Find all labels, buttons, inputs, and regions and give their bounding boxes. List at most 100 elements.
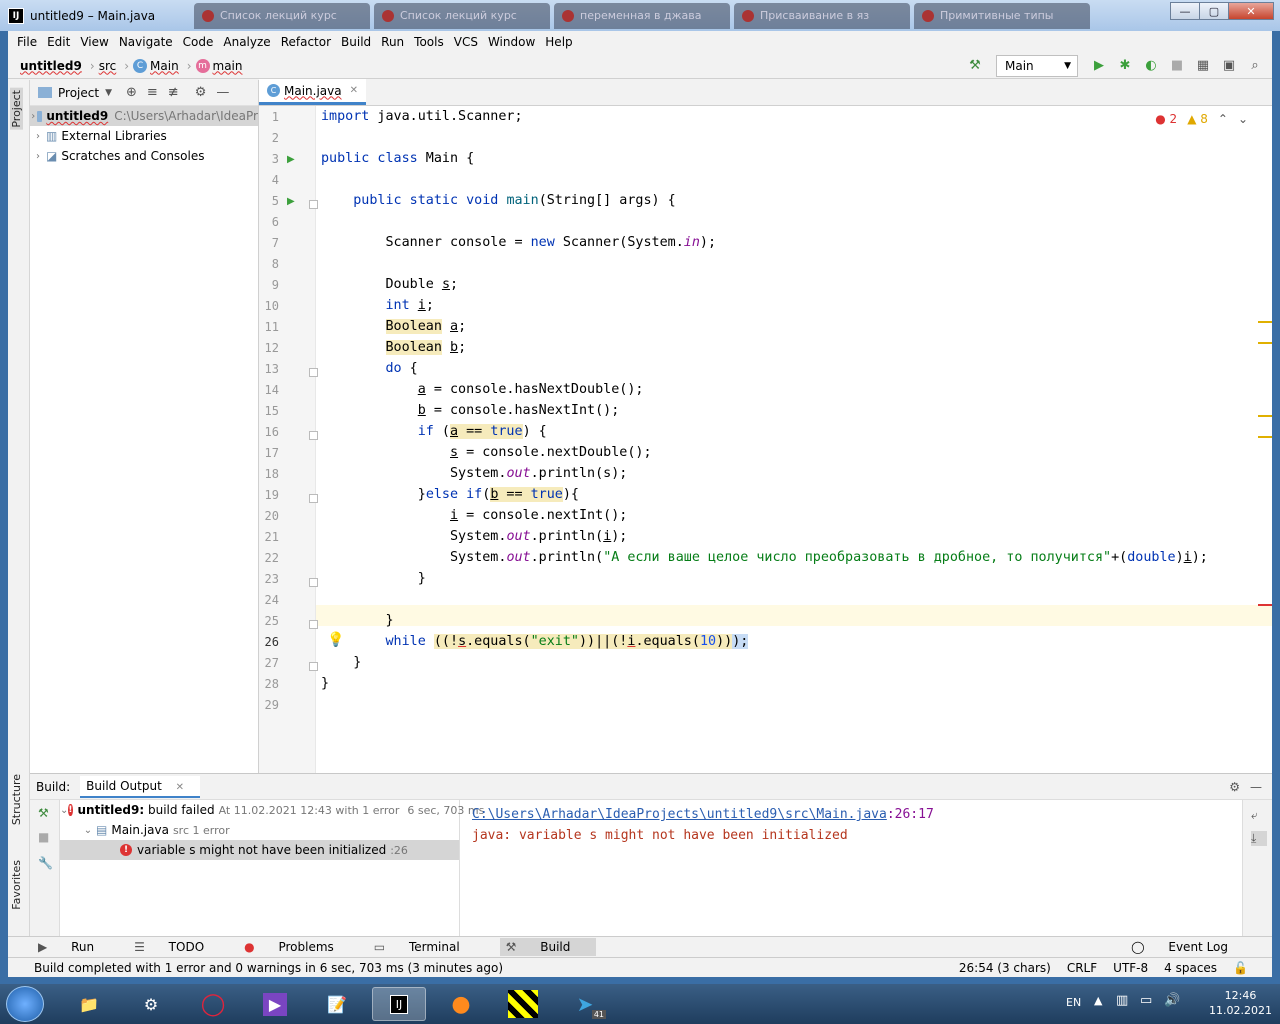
build-error-item[interactable]: ! variable s might not have been initiali… — [60, 840, 459, 860]
breadcrumb-method[interactable]: main — [213, 59, 243, 73]
fold-icon[interactable] — [309, 620, 318, 629]
run-config-select[interactable]: Main ▼ — [996, 54, 1078, 77]
network-icon[interactable]: ▥ — [1116, 993, 1128, 1008]
firefox-icon[interactable]: ● — [434, 987, 488, 1021]
project-view-select[interactable]: Project — [58, 86, 99, 100]
line-separator[interactable]: CRLF — [1067, 961, 1097, 975]
stop-icon[interactable]: ■ — [1167, 56, 1187, 76]
tool-terminal[interactable]: ▭ Terminal — [374, 940, 480, 954]
stop-icon[interactable]: ■ — [38, 830, 59, 844]
error-file-link[interactable]: C:\Users\Arhadar\IdeaProjects\untitled9\… — [472, 807, 887, 822]
warning-stripe[interactable] — [1258, 342, 1272, 344]
tree-item-external-libraries[interactable]: › ▥ External Libraries — [30, 126, 258, 146]
caret-position[interactable]: 26:54 (3 chars) — [959, 961, 1051, 975]
build-hammer-icon[interactable]: ⚒ — [965, 56, 985, 76]
locate-icon[interactable]: ⊕ — [126, 85, 137, 100]
fold-icon[interactable] — [309, 578, 318, 587]
minimize-button[interactable]: — — [1170, 2, 1200, 20]
browser-tab-4[interactable]: Присваивание в яз — [734, 2, 910, 29]
fold-icon[interactable] — [309, 662, 318, 671]
close-tab-icon[interactable]: ✕ — [176, 782, 184, 793]
tree-item-scratches[interactable]: › ◪ Scratches and Consoles — [30, 146, 258, 166]
code-area[interactable]: import java.util.Scanner; public class M… — [321, 106, 1258, 773]
expand-all-icon[interactable]: ≡ — [147, 85, 158, 100]
wrench-icon[interactable]: 🔧 — [38, 856, 59, 870]
breadcrumb-src[interactable]: src — [99, 59, 117, 73]
fold-icon[interactable] — [309, 200, 318, 209]
menu-tools[interactable]: Tools — [414, 35, 444, 49]
menu-view[interactable]: View — [80, 35, 108, 49]
indent-setting[interactable]: 4 spaces — [1164, 961, 1217, 975]
tool-build[interactable]: ⚒ Build — [499, 938, 597, 956]
browser-tab-2[interactable]: Список лекций курс — [374, 2, 550, 29]
warning-stripe[interactable] — [1258, 415, 1272, 417]
hide-icon[interactable]: — — [1250, 780, 1262, 794]
file-encoding[interactable]: UTF-8 — [1113, 961, 1148, 975]
browser-tab-3[interactable]: переменная в джава — [554, 2, 730, 29]
breadcrumb-project[interactable]: untitled9 — [20, 59, 82, 73]
tab-build-output[interactable]: Build Output ✕ — [80, 775, 201, 798]
run-gutter-icon[interactable]: ▶ — [287, 154, 295, 165]
scroll-to-end-icon[interactable]: ⤓ — [1251, 831, 1267, 846]
fold-icon[interactable] — [309, 494, 318, 503]
run-icon[interactable]: ▶ — [1089, 56, 1109, 76]
menu-help[interactable]: Help — [545, 35, 572, 49]
tool-run[interactable]: ▶ Run — [38, 940, 114, 954]
telegram-icon[interactable]: ➤ 41 — [558, 987, 612, 1021]
collapse-all-icon[interactable]: ≢ — [168, 85, 179, 100]
android-studio-icon[interactable]: ⚙ — [124, 987, 178, 1021]
close-button[interactable]: ✕ — [1228, 2, 1274, 20]
menu-build[interactable]: Build — [341, 35, 371, 49]
maximize-button[interactable]: ▢ — [1199, 2, 1229, 20]
soft-wrap-icon[interactable]: ⤶ — [1251, 808, 1272, 823]
language-indicator[interactable]: EN — [1066, 996, 1081, 1009]
menu-navigate[interactable]: Navigate — [119, 35, 173, 49]
browser-tab-5[interactable]: Примитивные типы — [914, 2, 1090, 29]
coverage-icon[interactable]: ◐ — [1141, 56, 1161, 76]
browser-tab-1[interactable]: Список лекций курс — [194, 2, 370, 29]
gear-icon[interactable]: ⚙ — [1229, 780, 1240, 794]
explorer-icon[interactable]: 📁 — [62, 987, 116, 1021]
build-hammer-icon[interactable]: ⚒ — [38, 806, 59, 820]
status-message[interactable]: Build completed with 1 error and 0 warni… — [34, 961, 503, 975]
presentation-icon[interactable]: ▣ — [1219, 56, 1239, 76]
search-icon[interactable]: ⌕ — [1245, 56, 1265, 76]
game-icon[interactable] — [496, 987, 550, 1021]
start-button[interactable] — [6, 986, 44, 1022]
tab-main-java[interactable]: C Main.java ✕ — [259, 79, 366, 105]
menu-vcs[interactable]: VCS — [454, 35, 478, 49]
intellij-icon[interactable]: IJ — [372, 987, 426, 1021]
run-gutter-icon[interactable]: ▶ — [287, 196, 295, 207]
close-tab-icon[interactable]: ✕ — [350, 85, 358, 96]
project-structure-icon[interactable]: ▦ — [1193, 56, 1213, 76]
menu-analyze[interactable]: Analyze — [223, 35, 270, 49]
tool-event-log[interactable]: ◯ Event Log — [1131, 940, 1248, 954]
tray-up-icon[interactable]: ▲ — [1094, 994, 1102, 1007]
warning-stripe[interactable] — [1258, 436, 1272, 438]
lightbulb-icon[interactable]: 💡 — [327, 632, 344, 648]
hide-icon[interactable]: — — [216, 85, 229, 100]
opera-icon[interactable]: ◯ — [186, 987, 240, 1021]
menu-run[interactable]: Run — [381, 35, 404, 49]
tab-structure[interactable]: Structure — [10, 774, 23, 825]
menu-edit[interactable]: Edit — [47, 35, 70, 49]
breadcrumb-class[interactable]: Main — [150, 59, 179, 73]
monitor-icon[interactable]: ▭ — [1140, 993, 1152, 1008]
build-file[interactable]: ⌄ ▤ Main.java src 1 error — [60, 820, 459, 840]
fold-icon[interactable] — [309, 368, 318, 377]
build-root[interactable]: ⌄! untitled9: build failed At 11.02.2021 1… — [60, 800, 484, 820]
menu-refactor[interactable]: Refactor — [281, 35, 331, 49]
tab-favorites[interactable]: Favorites — [10, 860, 23, 910]
tree-item-project[interactable]: › untitled9 C:\Users\Arhadar\IdeaPr — [30, 106, 258, 126]
error-stripe[interactable] — [1258, 604, 1272, 606]
lock-icon[interactable]: 🔓 — [1233, 961, 1248, 975]
menu-window[interactable]: Window — [488, 35, 535, 49]
tool-problems[interactable]: ● Problems — [244, 940, 354, 954]
warning-stripe[interactable] — [1258, 321, 1272, 323]
tool-todo[interactable]: ☰ TODO — [134, 940, 224, 954]
tab-project[interactable]: Project — [10, 88, 23, 130]
notepad-icon[interactable]: 📝 — [310, 987, 364, 1021]
menu-file[interactable]: File — [17, 35, 37, 49]
clock[interactable]: 12:46 11.02.2021 — [1209, 988, 1272, 1018]
volume-icon[interactable]: 🔊 — [1164, 993, 1180, 1008]
